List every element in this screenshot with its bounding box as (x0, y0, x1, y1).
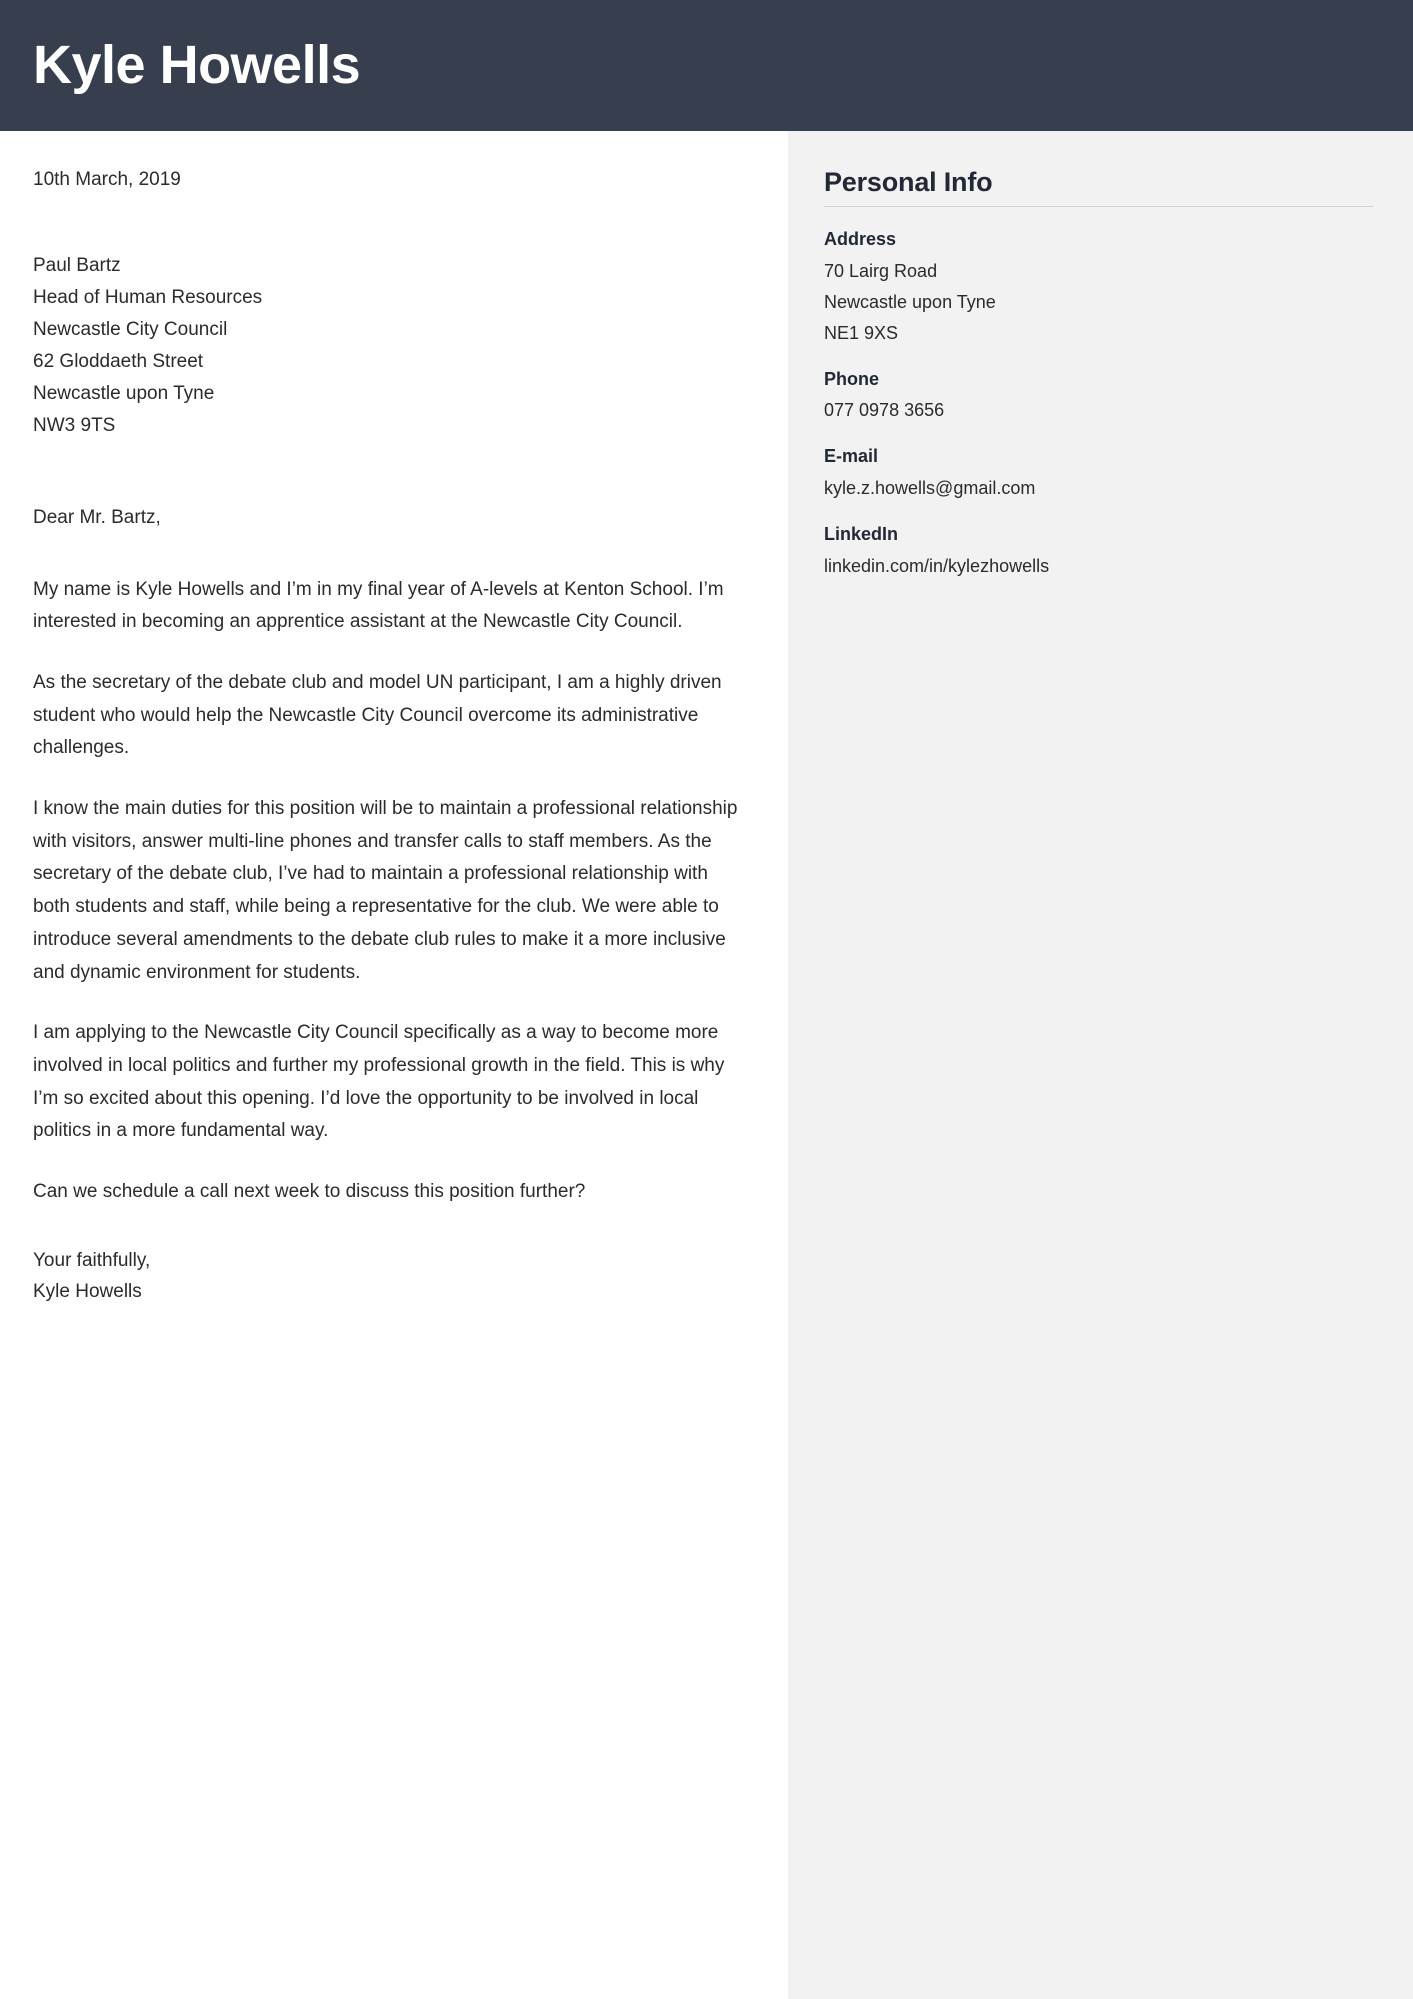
info-group-phone: Phone 077 0978 3656 (824, 365, 1373, 427)
info-group-address: Address 70 Lairg Road Newcastle upon Tyn… (824, 225, 1373, 349)
letter-closing-block: Your faithfully, Kyle Howells (33, 1245, 744, 1309)
info-label-email: E-mail (824, 446, 879, 467)
info-value-address-line-2: Newcastle upon Tyne (824, 291, 996, 312)
letter-paragraph-1: My name is Kyle Howells and I’m in my fi… (33, 578, 724, 633)
sidebar-divider (824, 206, 1373, 207)
recipient-city: Newcastle upon Tyne (33, 383, 215, 405)
info-group-email: E-mail kyle.z.howells@gmail.com (824, 442, 1373, 504)
info-value-address-line-3: NE1 9XS (824, 322, 899, 343)
recipient-address-block: Paul Bartz Head of Human Resources Newca… (33, 250, 744, 441)
recipient-street: 62 Gloddaeth Street (33, 351, 204, 373)
recipient-title: Head of Human Resources (33, 287, 263, 309)
info-value-email[interactable]: kyle.z.howells@gmail.com (824, 473, 1373, 504)
info-value-linkedin[interactable]: linkedin.com/in/kylezhowells (824, 551, 1373, 582)
letter-paragraph-5: Can we schedule a call next week to disc… (33, 1180, 586, 1202)
info-value-address-line-1: 70 Lairg Road (824, 260, 938, 281)
info-value-phone[interactable]: 077 0978 3656 (824, 395, 1373, 426)
info-label-phone: Phone (824, 368, 880, 389)
cover-letter-page: Kyle Howells 10th March, 2019 Paul Bartz… (0, 0, 1413, 1999)
letter-closing: Your faithfully, (33, 1249, 151, 1271)
letter-body-wrap: 10th March, 2019 Paul Bartz Head of Huma… (0, 131, 1413, 1999)
letter-paragraph-4: I am applying to the Newcastle City Coun… (33, 1022, 725, 1142)
recipient-name: Paul Bartz (33, 255, 121, 277)
personal-info-sidebar: Personal Info Address 70 Lairg Road Newc… (788, 131, 1413, 1999)
info-label-address: Address (824, 229, 897, 249)
sidebar-title: Personal Info (824, 167, 993, 197)
letter-header: Kyle Howells (0, 0, 1413, 131)
recipient-postcode: NW3 9TS (33, 414, 116, 436)
letter-paragraph-3: I know the main duties for this position… (33, 798, 738, 983)
letter-signature: Kyle Howells (33, 1281, 142, 1303)
info-group-linkedin: LinkedIn linkedin.com/in/kylezhowells (824, 520, 1373, 582)
letter-salutation: Dear Mr. Bartz, (33, 506, 161, 528)
page-title: Kyle Howells (33, 35, 361, 96)
info-label-linkedin: LinkedIn (824, 524, 899, 545)
recipient-company: Newcastle City Council (33, 319, 228, 341)
letter-main-column: 10th March, 2019 Paul Bartz Head of Huma… (0, 131, 788, 1999)
letter-paragraph-2: As the secretary of the debate club and … (33, 672, 722, 759)
letter-date: 10th March, 2019 (33, 169, 181, 190)
